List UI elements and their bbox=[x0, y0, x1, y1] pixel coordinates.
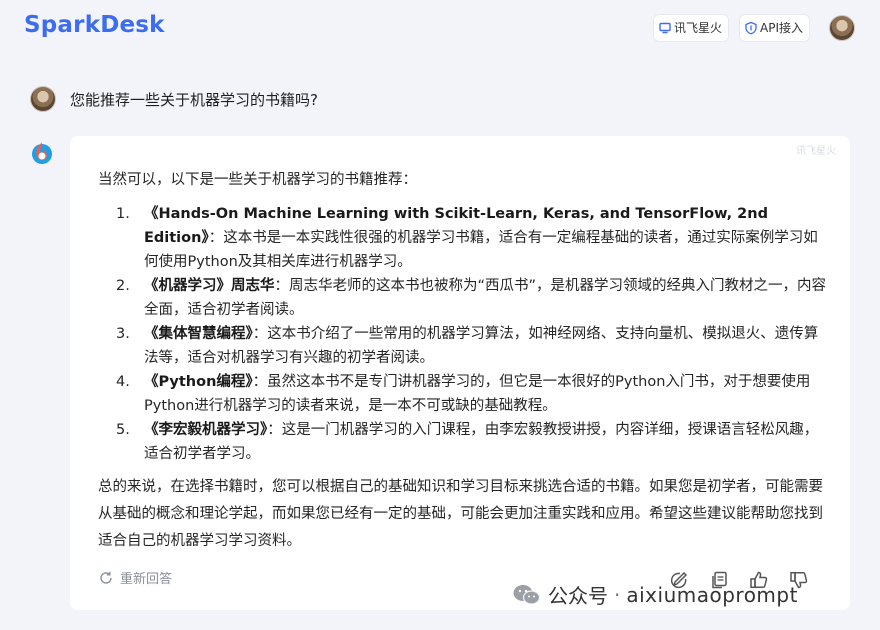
book-number: 4. bbox=[116, 374, 130, 390]
book-item: 1. 《Hands-On Machine Learning with Sciki… bbox=[98, 202, 828, 274]
api-access-button[interactable]: API接入 bbox=[739, 14, 810, 42]
xunfei-spark-button[interactable]: 讯飞星火 bbox=[653, 14, 730, 42]
answer-card: 讯飞星火 当然可以，以下是一些关于机器学习的书籍推荐： 1. 《Hands-On… bbox=[70, 136, 850, 610]
refresh-icon bbox=[100, 571, 112, 584]
book-item: 5. 《李宏毅机器学习》：这是一门机器学习的入门课程，由李宏毅教授讲授，内容详细… bbox=[98, 418, 828, 466]
regenerate-button[interactable]: 重新回答 bbox=[98, 568, 172, 587]
user-avatar[interactable] bbox=[829, 15, 855, 41]
top-header: SparkDesk 讯飞星火 API接入 bbox=[0, 0, 880, 56]
book-title: 《Python编程》 bbox=[144, 374, 253, 390]
user-question: 您能推荐一些关于机器学习的书籍吗? bbox=[70, 91, 318, 109]
book-title: 《机器学习》周志华 bbox=[144, 278, 275, 294]
wechat-account: aixiumaoprompt bbox=[626, 582, 798, 607]
wechat-separator: · bbox=[614, 582, 621, 607]
book-description: ：这本书是一本实践性很强的机器学习书籍，适合有一定编程基础的读者，通过实际案例学… bbox=[144, 230, 818, 270]
spark-bot-icon bbox=[32, 142, 52, 164]
xunfei-spark-label: 讯飞星火 bbox=[674, 21, 723, 35]
book-number: 1. bbox=[116, 206, 130, 222]
wechat-watermark: 公众号 · aixiumaoprompt bbox=[512, 580, 798, 609]
regenerate-label: 重新回答 bbox=[120, 572, 173, 587]
answer-watermark: 讯飞星火 bbox=[796, 146, 836, 157]
book-title: 《李宏毅机器学习》 bbox=[144, 422, 268, 438]
book-item: 4. 《Python编程》：虽然这本书不是专门讲机器学习的，但它是一本很好的Py… bbox=[98, 370, 828, 418]
sparkdesk-logo[interactable]: SparkDesk bbox=[24, 12, 165, 38]
question-user-avatar bbox=[30, 86, 56, 112]
monitor-icon bbox=[659, 22, 671, 34]
wechat-icon bbox=[513, 584, 541, 605]
book-number: 3. bbox=[116, 326, 130, 342]
wechat-label: 公众号 bbox=[548, 584, 608, 608]
book-list: 1. 《Hands-On Machine Learning with Sciki… bbox=[98, 202, 828, 466]
answer-intro: 当然可以，以下是一些关于机器学习的书籍推荐： bbox=[98, 172, 417, 188]
book-number: 2. bbox=[116, 278, 130, 294]
book-number: 5. bbox=[116, 422, 130, 438]
api-shield-icon bbox=[745, 21, 757, 35]
answer-content: 当然可以，以下是一些关于机器学习的书籍推荐： 1. 《Hands-On Mach… bbox=[98, 168, 828, 555]
book-item: 2. 《机器学习》周志华：周志华老师的这本书也被称为“西瓜书”，是机器学习领域的… bbox=[98, 274, 828, 322]
book-item: 3. 《集体智慧编程》：这本书介绍了一些常用的机器学习算法，如神经网络、支持向量… bbox=[98, 322, 828, 370]
api-access-label: API接入 bbox=[760, 21, 803, 35]
book-title: 《集体智慧编程》 bbox=[144, 326, 253, 342]
answer-summary: 总的来说，在选择书籍时，您可以根据自己的基础知识和学习目标来挑选合适的书籍。如果… bbox=[98, 479, 823, 549]
